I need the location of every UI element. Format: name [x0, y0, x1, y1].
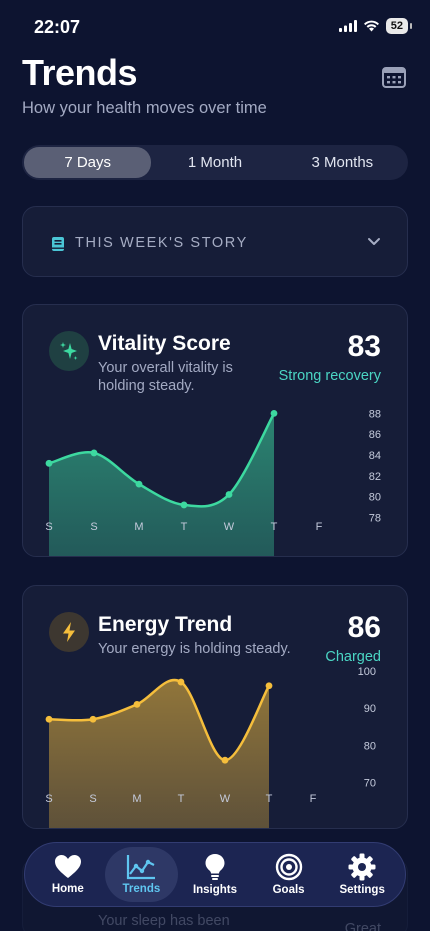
- vitality-point-3: [180, 501, 188, 509]
- energy-point-0: [45, 715, 53, 723]
- vitality-x-label-1: S: [90, 521, 97, 533]
- tab-trends[interactable]: Trends: [104, 847, 179, 902]
- vitality-x-label-3: T: [181, 521, 188, 533]
- cellular-signal-icon: [338, 20, 357, 32]
- vitality-y-tick-3: 82: [369, 471, 381, 483]
- energy-trend-card[interactable]: Energy Trend Your energy is holding stea…: [22, 585, 408, 829]
- calendar-icon[interactable]: [382, 66, 406, 88]
- energy-y-tick-1: 90: [364, 703, 376, 715]
- chart-icon: [127, 855, 156, 880]
- sleep-description: Your sleep has been: [98, 913, 230, 929]
- energy-y-tick-2: 80: [364, 740, 376, 752]
- vitality-point-2: [135, 480, 143, 488]
- vitality-y-tick-2: 84: [369, 450, 381, 462]
- story-title: THIS WEEK'S STORY: [75, 235, 248, 251]
- tab-label-trends: Trends: [122, 883, 161, 895]
- gear-icon: [348, 853, 376, 881]
- tab-settings[interactable]: Settings: [325, 847, 399, 902]
- vitality-x-label-0: S: [45, 521, 52, 533]
- vitality-x-label-2: M: [134, 521, 143, 533]
- energy-chart: S S M T W T F 100 90 80 70: [45, 666, 376, 828]
- vitality-point-4: [225, 491, 233, 498]
- target-icon: [275, 853, 302, 881]
- energy-point-5: [265, 682, 273, 690]
- vitality-y-tick-1: 86: [369, 429, 381, 441]
- energy-x-label-3: T: [178, 793, 185, 805]
- vitality-y-tick-4: 80: [369, 492, 381, 504]
- range-tab-3-months[interactable]: 3 Months: [279, 147, 406, 178]
- status-icons: 52: [338, 18, 413, 34]
- range-tab-7-days[interactable]: 7 Days: [24, 147, 152, 178]
- tab-goals[interactable]: Goals: [252, 847, 326, 902]
- energy-y-tick-3: 70: [364, 778, 376, 790]
- page-title: Trends: [22, 52, 138, 93]
- vitality-y-tick-0: 88: [369, 408, 381, 420]
- energy-area-fill: [49, 680, 269, 828]
- weekly-story-card[interactable]: THIS WEEK'S STORY: [22, 206, 408, 277]
- book-icon: [52, 237, 64, 251]
- tab-insights[interactable]: Insights: [178, 847, 252, 902]
- vitality-score-card[interactable]: Vitality Score Your overall vitality is …: [22, 304, 408, 557]
- tab-home[interactable]: Home: [31, 847, 105, 902]
- energy-point-2: [133, 700, 141, 708]
- energy-y-tick-0: 100: [358, 666, 376, 678]
- vitality-point-5: [270, 410, 278, 417]
- energy-point-3: [177, 678, 185, 686]
- lightbulb-icon: [205, 854, 225, 880]
- status-time: 22:07: [34, 17, 81, 37]
- energy-x-label-5: T: [266, 793, 273, 805]
- tab-label-home: Home: [51, 883, 84, 895]
- energy-x-label-0: S: [45, 793, 52, 805]
- chevron-down-icon[interactable]: [367, 237, 381, 247]
- vitality-point-1: [90, 449, 98, 457]
- tab-label-insights: Insights: [192, 884, 238, 896]
- battery-indicator: 52: [385, 18, 413, 34]
- energy-x-label-6: F: [310, 793, 317, 805]
- energy-point-4: [221, 756, 229, 764]
- energy-x-label-4: W: [220, 793, 231, 805]
- bottom-tab-bar: Home Trends Insights Goals Settings: [24, 842, 406, 907]
- wifi-icon: [363, 20, 379, 32]
- energy-point-1: [89, 715, 97, 723]
- range-tab-1-month[interactable]: 1 Month: [151, 147, 278, 178]
- vitality-chart: S S M T W T F 88 86 84 82 80 78: [45, 408, 381, 556]
- energy-x-label-2: M: [132, 793, 141, 805]
- vitality-area-fill: [49, 413, 274, 556]
- vitality-x-label-4: W: [224, 521, 235, 533]
- heart-icon: [54, 855, 81, 878]
- time-range-selector: 7 Days 1 Month 3 Months: [22, 145, 408, 180]
- tab-label-goals: Goals: [272, 884, 305, 896]
- vitality-x-label-5: T: [271, 521, 278, 533]
- tab-label-settings: Settings: [339, 884, 385, 896]
- vitality-y-tick-5: 78: [369, 512, 381, 524]
- vitality-point-0: [45, 459, 53, 467]
- vitality-x-label-6: F: [316, 521, 323, 533]
- energy-x-label-1: S: [89, 793, 96, 805]
- page-subtitle: How your health moves over time: [22, 99, 267, 117]
- status-bar: 22:07 52: [0, 0, 430, 54]
- sleep-status: Great: [344, 921, 381, 931]
